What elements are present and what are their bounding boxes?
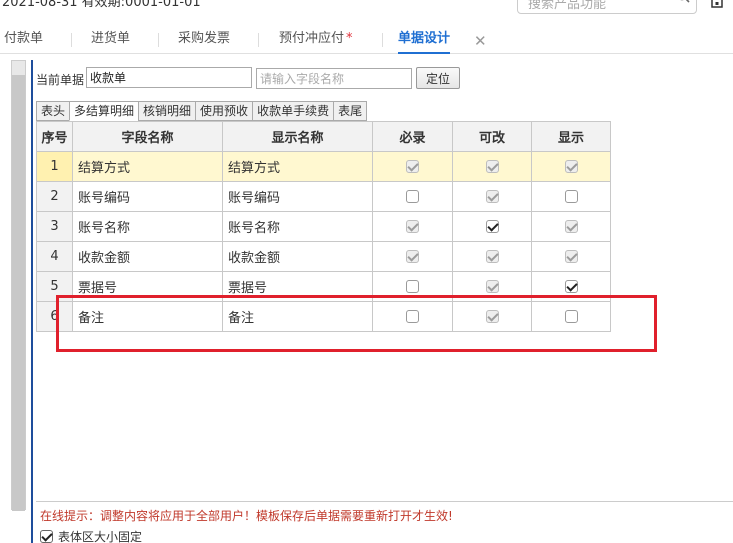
tab-divider xyxy=(382,33,383,47)
footer-divider xyxy=(36,501,733,502)
current-form-label: 当前单据 xyxy=(36,73,85,87)
tab-purchase-invoice[interactable]: 采购发票 xyxy=(178,26,230,54)
section-tabs: 表头 多结算明细 核销明细 使用预收 收款单手续费 表尾 xyxy=(36,101,368,121)
cell-required xyxy=(372,211,453,242)
cell-required xyxy=(372,151,453,182)
search-icon[interactable] xyxy=(676,0,690,3)
subtab-header[interactable]: 表头 xyxy=(36,101,70,121)
cell-visible xyxy=(531,151,611,182)
required-checkbox[interactable] xyxy=(406,280,419,293)
cell-display-name[interactable]: 收款金额 xyxy=(222,241,373,272)
scroll-thumb[interactable] xyxy=(12,75,25,511)
validity-date-text: 2021-08-31 有效期:0001-01-01 xyxy=(2,0,201,10)
tab-purchase-in[interactable]: 进货单 xyxy=(91,26,130,54)
cell-editable xyxy=(452,181,532,212)
col-header-field: 字段名称 xyxy=(72,121,223,152)
col-header-required: 必录 xyxy=(372,121,453,152)
cell-visible xyxy=(531,211,611,242)
field-name-search-input[interactable] xyxy=(256,68,412,89)
tab-divider xyxy=(71,33,72,47)
cell-visible xyxy=(531,181,611,212)
cell-field-name: 结算方式 xyxy=(72,151,223,182)
table-row[interactable]: 2 账号编码 账号编码 xyxy=(36,181,611,212)
subtab-use-advance[interactable]: 使用预收 xyxy=(195,101,253,121)
current-form-input[interactable] xyxy=(86,67,252,88)
lock-icon[interactable] xyxy=(710,0,724,8)
visible-checkbox xyxy=(564,250,578,263)
fixed-size-checkbox[interactable] xyxy=(40,529,53,543)
tab-divider xyxy=(258,33,259,47)
tab-payment[interactable]: 付款单 xyxy=(4,26,43,54)
editable-checkbox xyxy=(485,190,499,203)
cell-field-name: 账号编码 xyxy=(72,181,223,212)
fixed-size-label: 表体区大小固定 xyxy=(58,529,143,543)
tab-prepay-offset[interactable]: 预付冲应付 * xyxy=(279,26,353,54)
editable-checkbox xyxy=(485,250,499,263)
required-checkbox xyxy=(406,160,419,173)
online-tip: 在线提示：调整内容将应用于全部用户！模板保存后单据需要重新打开才生效! xyxy=(40,509,453,523)
visible-checkbox[interactable] xyxy=(564,190,578,203)
required-checkbox xyxy=(406,220,419,233)
cell-display-name[interactable]: 结算方式 xyxy=(222,151,373,182)
vertical-scrollbar[interactable] xyxy=(11,60,26,511)
editable-checkbox xyxy=(485,280,499,293)
panel-accent-line xyxy=(31,60,33,543)
col-header-visible: 显示 xyxy=(531,121,611,152)
locate-button[interactable]: 定位 xyxy=(416,67,460,89)
table-header-row: 序号 字段名称 显示名称 必录 可改 显示 xyxy=(36,121,611,152)
visible-checkbox xyxy=(564,220,578,233)
cell-field-name: 收款金额 xyxy=(72,241,223,272)
visible-checkbox xyxy=(564,160,578,173)
subtab-footer[interactable]: 表尾 xyxy=(333,101,368,121)
table-row[interactable]: 3 账号名称 账号名称 xyxy=(36,211,611,242)
scroll-up-arrow-icon[interactable] xyxy=(12,61,25,75)
fixed-size-option[interactable]: 表体区大小固定 xyxy=(40,528,142,543)
annotation-highlight-box xyxy=(56,295,657,352)
subtab-writeoff[interactable]: 核销明细 xyxy=(138,101,196,121)
cell-editable xyxy=(452,211,532,242)
cell-display-name[interactable]: 账号名称 xyxy=(222,211,373,242)
cell-required xyxy=(372,181,453,212)
cell-visible xyxy=(531,241,611,272)
editable-checkbox xyxy=(485,160,499,173)
required-checkbox[interactable] xyxy=(406,190,419,203)
cell-row-number: 3 xyxy=(36,211,73,242)
top-strip: 2021-08-31 有效期:0001-01-01 搜索产品功能 xyxy=(0,0,733,26)
col-header-editable: 可改 xyxy=(452,121,532,152)
cell-display-name[interactable]: 账号编码 xyxy=(222,181,373,212)
unsaved-star: * xyxy=(346,31,353,46)
cell-field-name: 账号名称 xyxy=(72,211,223,242)
search-placeholder: 搜索产品功能 xyxy=(528,0,607,12)
cell-editable xyxy=(452,241,532,272)
visible-checkbox[interactable] xyxy=(564,280,578,293)
subtab-multi-settlement[interactable]: 多结算明细 xyxy=(69,101,139,121)
cell-row-number: 2 xyxy=(36,181,73,212)
tab-form-design[interactable]: 单据设计 xyxy=(398,26,451,54)
tab-divider xyxy=(158,33,159,47)
required-checkbox xyxy=(406,250,419,263)
subtab-receipt-fee[interactable]: 收款单手续费 xyxy=(252,101,334,121)
table-row[interactable]: 1 结算方式 结算方式 xyxy=(36,151,611,182)
editable-checkbox[interactable] xyxy=(485,220,499,233)
document-tab-bar: 付款单 进货单 采购发票 预付冲应付 * 单据设计 xyxy=(0,26,733,54)
col-header-display: 显示名称 xyxy=(222,121,373,152)
cell-required xyxy=(372,241,453,272)
cell-row-number: 4 xyxy=(36,241,73,272)
feature-search-box[interactable]: 搜索产品功能 xyxy=(517,0,697,14)
close-tab-icon[interactable]: ✕ xyxy=(474,32,487,50)
cell-row-number: 1 xyxy=(36,151,73,182)
cell-editable xyxy=(452,151,532,182)
col-header-no: 序号 xyxy=(36,121,73,152)
table-row[interactable]: 4 收款金额 收款金额 xyxy=(36,241,611,272)
